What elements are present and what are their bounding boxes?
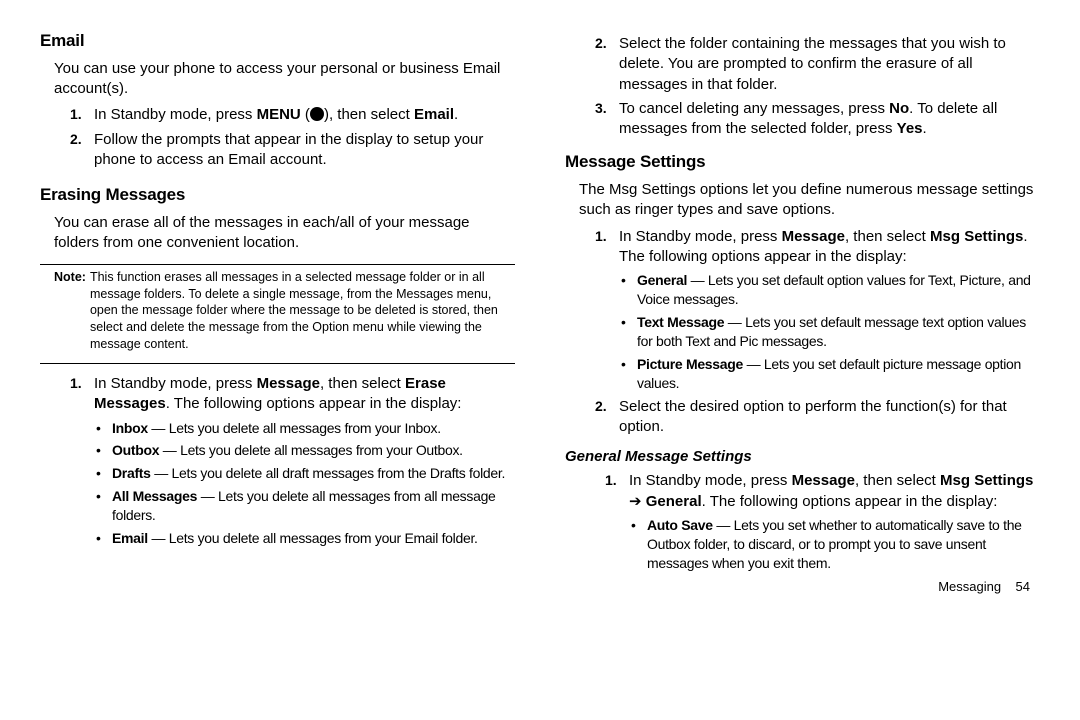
message-label: Message: [782, 228, 845, 245]
mset-step-1: 1. In Standby mode, press Message, then …: [595, 227, 1040, 268]
text: — Lets you delete all messages from your…: [148, 420, 441, 436]
menu-label: MENU: [257, 106, 301, 123]
step-number: 1.: [595, 227, 619, 268]
step-number: 1.: [70, 105, 94, 125]
text: — Lets you delete all messages from your…: [159, 442, 463, 458]
mset-step-2: 2. Select the desired option to perform …: [595, 397, 1040, 438]
outbox-label: Outbox: [112, 442, 159, 458]
text: , then select: [329, 106, 414, 123]
drafts-label: Drafts: [112, 465, 151, 481]
general-label: General: [637, 272, 687, 288]
step-number: 2.: [70, 130, 94, 171]
erasing-heading: Erasing Messages: [40, 184, 515, 207]
step-number: 2.: [595, 34, 619, 95]
note-rule-top: [40, 264, 515, 265]
text: .: [923, 120, 927, 137]
inbox-label: Inbox: [112, 420, 148, 436]
email-step-2: 2. Follow the prompts that appear in the…: [70, 130, 515, 171]
bullet-general: • General — Lets you set default option …: [621, 271, 1040, 309]
message-settings-intro: The Msg Settings options let you define …: [579, 180, 1040, 221]
text: In Standby mode, press: [619, 228, 782, 245]
message-label: Message: [792, 472, 855, 489]
text: , then select: [320, 375, 405, 392]
message-settings-heading: Message Settings: [565, 151, 1040, 174]
text: To cancel deleting any messages, press: [619, 100, 889, 117]
text: — Lets you delete all draft messages fro…: [151, 465, 505, 481]
text: Follow the prompts that appear in the di…: [94, 130, 515, 171]
bullet-inbox: • Inbox — Lets you delete all messages f…: [96, 419, 515, 438]
step-number: 1.: [70, 374, 94, 415]
bullet-drafts: • Drafts — Lets you delete all draft mes…: [96, 464, 515, 483]
text: In Standby mode, press: [629, 472, 792, 489]
all-label: All Messages: [112, 488, 197, 504]
text: — Lets you delete all messages from your…: [148, 530, 478, 546]
no-label: No: [889, 100, 909, 117]
email-label: Email: [414, 106, 454, 123]
email-heading: Email: [40, 30, 515, 53]
email-intro: You can use your phone to access your pe…: [54, 59, 515, 100]
general-label: General: [646, 493, 702, 510]
note-rule-bottom: [40, 363, 515, 364]
footer-section: Messaging: [938, 579, 1001, 594]
erase-step-2: 2. Select the folder containing the mess…: [595, 34, 1040, 95]
bullet-email: • Email — Lets you delete all messages f…: [96, 529, 515, 548]
msg-settings-label: Msg Settings: [940, 472, 1033, 489]
yes-label: Yes: [897, 120, 923, 137]
footer-page-number: 54: [1016, 579, 1030, 594]
step-number: 3.: [595, 99, 619, 140]
arrow-icon: ➔: [629, 493, 646, 510]
erasing-intro: You can erase all of the messages in eac…: [54, 213, 515, 254]
left-column: Email You can use your phone to access y…: [40, 30, 515, 596]
step-number: 2.: [595, 397, 619, 438]
text: In Standby mode, press: [94, 375, 257, 392]
bullet-all-messages: • All Messages — Lets you delete all mes…: [96, 487, 515, 525]
step-number: 1.: [605, 471, 629, 512]
picture-msg-label: Picture Message: [637, 356, 743, 372]
general-msg-settings-heading: General Message Settings: [565, 447, 1040, 467]
bullet-auto-save: • Auto Save — Lets you set whether to au…: [631, 516, 1040, 573]
email-step-1: 1. In Standby mode, press MENU (), then …: [70, 105, 515, 125]
menu-icon: [310, 107, 324, 121]
text: In Standby mode, press: [94, 106, 257, 123]
text: , then select: [845, 228, 930, 245]
text: .: [454, 106, 458, 123]
bullet-outbox: • Outbox — Lets you delete all messages …: [96, 441, 515, 460]
gms-step-1: 1. In Standby mode, press Message, then …: [605, 471, 1040, 512]
msg-settings-label: Msg Settings: [930, 228, 1023, 245]
two-column-layout: Email You can use your phone to access y…: [40, 30, 1040, 596]
message-label: Message: [257, 375, 320, 392]
bullet-text-message: • Text Message — Lets you set default me…: [621, 313, 1040, 351]
page-footer: Messaging 54: [565, 578, 1040, 596]
note-body: This function erases all messages in a s…: [90, 269, 501, 353]
text: . The following options appear in the di…: [702, 493, 998, 510]
erase-step-3: 3. To cancel deleting any messages, pres…: [595, 99, 1040, 140]
text: . The following options appear in the di…: [166, 395, 462, 412]
text: Select the folder containing the message…: [619, 34, 1040, 95]
bullet-picture-message: • Picture Message — Lets you set default…: [621, 355, 1040, 393]
text: — Lets you set default option values for…: [637, 272, 1031, 307]
note-label: Note:: [54, 269, 86, 353]
note-block: Note: This function erases all messages …: [54, 269, 501, 353]
text: , then select: [855, 472, 940, 489]
text: Select the desired option to perform the…: [619, 397, 1040, 438]
erase-step-1: 1. In Standby mode, press Message, then …: [70, 374, 515, 415]
right-column: 2. Select the folder containing the mess…: [565, 30, 1040, 596]
email-folder-label: Email: [112, 530, 148, 546]
auto-save-label: Auto Save: [647, 517, 713, 533]
text-msg-label: Text Message: [637, 314, 724, 330]
